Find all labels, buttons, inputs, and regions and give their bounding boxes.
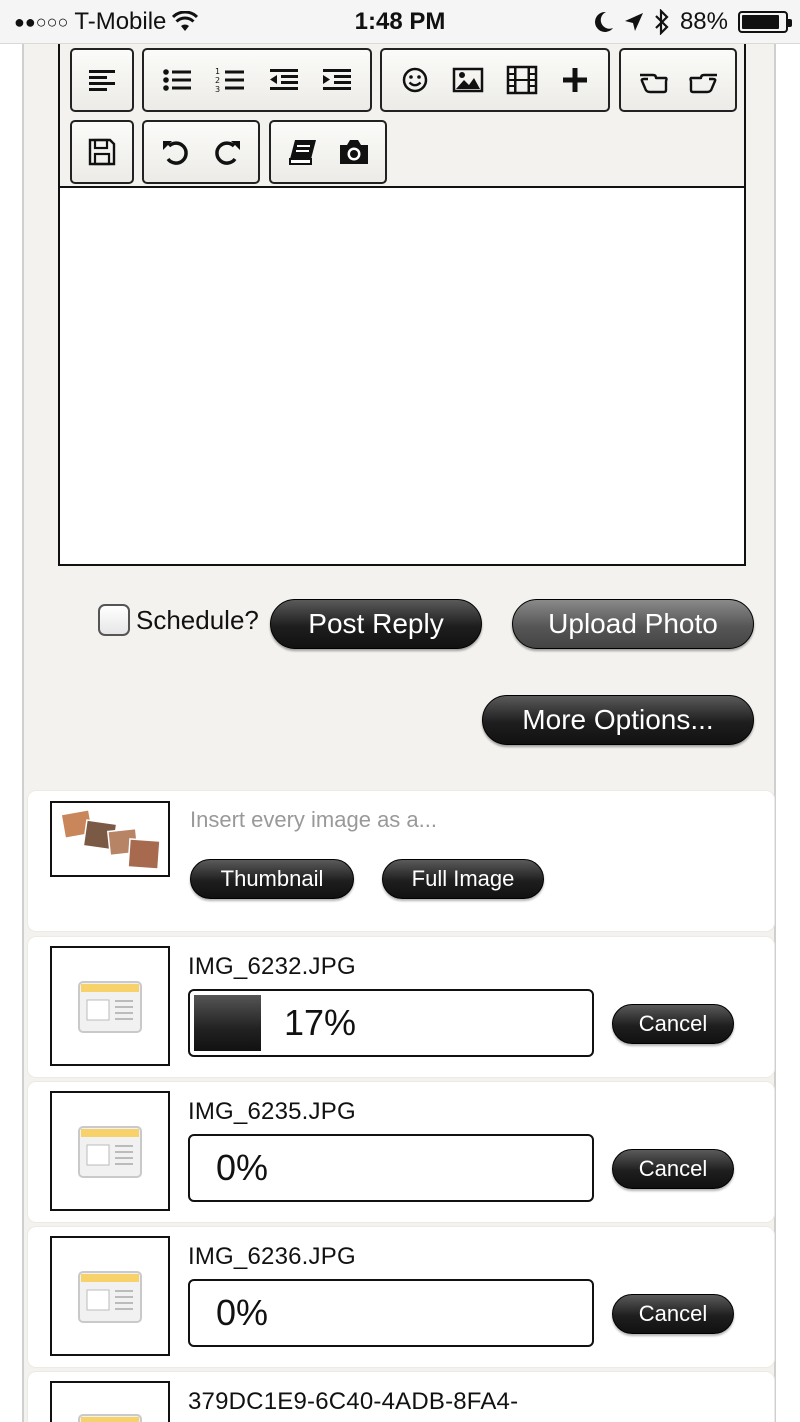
bulleted-list-icon — [162, 69, 191, 91]
file-placeholder-icon — [78, 1414, 142, 1422]
upload-thumbnail — [50, 946, 170, 1066]
battery-percent: 88% — [679, 8, 728, 35]
moon-icon — [594, 11, 613, 32]
image-stack-thumbnail — [50, 801, 170, 877]
upload-item: IMG_6235.JPG 0% Cancel — [28, 1082, 774, 1222]
upload-thumbnail — [50, 1091, 170, 1211]
cancel-upload-button[interactable]: Cancel — [612, 1294, 734, 1334]
progress-label: 0% — [216, 1292, 269, 1333]
toolbar-group-save — [70, 120, 134, 184]
status-bar: ●●○○○ T-Mobile 1:48 PM 88% — [0, 0, 800, 44]
hand-right-button[interactable] — [682, 58, 726, 102]
cancel-upload-button[interactable]: Cancel — [612, 1004, 734, 1044]
photo-stack-icon — [60, 808, 161, 870]
insert-all-images-card: Insert every image as a... Thumbnail Ful… — [28, 791, 774, 931]
toolbar-group-insert — [380, 48, 610, 112]
upload-photo-button[interactable]: Upload Photo — [512, 599, 754, 649]
post-reply-button[interactable]: Post Reply — [270, 599, 482, 649]
numbered-list-button[interactable]: 123 — [208, 58, 252, 102]
bluetooth-icon — [655, 9, 669, 35]
rich-text-editor: 123 — [58, 44, 746, 566]
outdent-button[interactable] — [262, 58, 306, 102]
video-icon — [506, 65, 537, 95]
upload-item: IMG_6232.JPG 17% Cancel — [28, 937, 774, 1077]
upload-filename: IMG_6232.JPG — [188, 953, 356, 980]
schedule-option[interactable]: Schedule? — [98, 604, 259, 636]
battery-icon — [738, 11, 792, 33]
file-placeholder-icon — [78, 1126, 142, 1178]
toolbar-group-align — [70, 48, 134, 112]
more-options-button[interactable]: More Options... — [482, 695, 754, 745]
align-left-button[interactable] — [80, 58, 124, 102]
image-icon — [453, 67, 484, 93]
numbered-list-icon: 123 — [215, 67, 245, 94]
save-draft-button[interactable] — [80, 130, 124, 174]
hand-left-button[interactable] — [631, 58, 675, 102]
plus-icon — [563, 68, 588, 92]
insert-more-button[interactable] — [553, 58, 597, 102]
progress-label: 17% — [284, 1002, 357, 1043]
message-body-input[interactable] — [60, 190, 744, 564]
insert-hint: Insert every image as a... — [190, 807, 437, 832]
hand-right-icon — [688, 73, 717, 94]
emoji-button[interactable] — [393, 58, 437, 102]
svg-text:1: 1 — [215, 67, 220, 76]
undo-button[interactable] — [154, 130, 198, 174]
undo-icon — [162, 141, 188, 165]
schedule-checkbox[interactable] — [98, 604, 130, 636]
indent-icon — [323, 69, 352, 90]
file-placeholder-icon — [78, 981, 142, 1033]
insert-full-image-button[interactable]: Full Image — [382, 859, 544, 899]
camera-button[interactable] — [332, 130, 376, 174]
upload-filename: IMG_6236.JPG — [188, 1243, 356, 1270]
insert-image-button[interactable] — [446, 58, 490, 102]
editor-toolbar: 123 — [60, 44, 744, 188]
upload-progress-bar: 17% — [188, 989, 594, 1057]
book-icon — [288, 140, 316, 165]
progress-label: 0% — [216, 1147, 269, 1188]
upload-progress-bar: 0% — [188, 1279, 594, 1347]
file-placeholder-icon — [78, 1271, 142, 1323]
hand-left-icon — [639, 73, 668, 94]
smiley-icon — [402, 67, 427, 93]
status-icons: 88% — [594, 8, 792, 36]
insert-video-button[interactable] — [500, 58, 544, 102]
reply-page: 123 Schedule? Post Reply Upload Photo Mo… — [22, 44, 776, 1422]
location-arrow-icon — [624, 13, 643, 31]
save-icon — [88, 138, 116, 166]
bulleted-list-button[interactable] — [155, 58, 199, 102]
schedule-label: Schedule? — [136, 604, 259, 635]
battery-fill — [742, 15, 779, 29]
insert-thumbnail-button[interactable]: Thumbnail — [190, 859, 354, 899]
svg-text:2: 2 — [215, 76, 220, 85]
redo-button[interactable] — [205, 130, 249, 174]
cancel-upload-button[interactable]: Cancel — [612, 1149, 734, 1189]
upload-filename: IMG_6235.JPG — [188, 1098, 356, 1125]
upload-thumbnail — [50, 1236, 170, 1356]
upload-thumbnail — [50, 1381, 170, 1422]
align-left-icon — [89, 70, 115, 91]
toolbar-group-media — [269, 120, 387, 184]
upload-item: IMG_6236.JPG 0% Cancel — [28, 1227, 774, 1367]
toolbar-group-lists: 123 — [142, 48, 372, 112]
toolbar-group-history — [142, 120, 260, 184]
progress-fill — [194, 995, 261, 1051]
camera-icon — [339, 140, 368, 164]
upload-progress-bar: 0% — [188, 1134, 594, 1202]
toolbar-group-hands — [619, 48, 737, 112]
outdent-icon — [269, 69, 298, 90]
upload-filename: 379DC1E9-6C40-4ADB-8FA4- — [188, 1388, 519, 1415]
book-button[interactable] — [281, 130, 325, 174]
upload-item: 379DC1E9-6C40-4ADB-8FA4- — [28, 1372, 774, 1422]
indent-button[interactable] — [315, 58, 359, 102]
svg-text:3: 3 — [215, 85, 220, 94]
redo-icon — [214, 141, 240, 165]
